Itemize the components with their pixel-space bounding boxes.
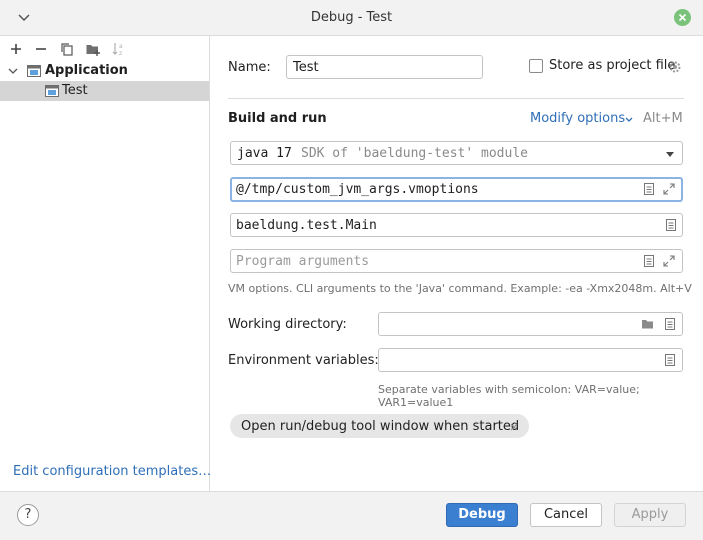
plus-icon[interactable] (8, 41, 24, 57)
apply-button[interactable]: Apply (614, 503, 686, 527)
chevron-down-icon[interactable] (624, 114, 634, 124)
close-button[interactable] (674, 9, 691, 26)
modify-options-shortcut: Alt+M (643, 111, 683, 126)
divider (228, 98, 684, 99)
main-class-value: baeldung.test.Main (236, 218, 377, 233)
copy-icon[interactable] (59, 41, 75, 57)
store-as-project-label: Store as project file (549, 58, 676, 73)
cancel-button[interactable]: Cancel (530, 503, 602, 527)
tree-label-application: Application (45, 63, 128, 78)
document-icon[interactable] (642, 254, 656, 268)
document-icon[interactable] (664, 218, 678, 232)
working-directory-label: Working directory: (228, 317, 347, 332)
configurations-panel (0, 36, 210, 491)
minus-icon[interactable] (33, 41, 49, 57)
expand-icon[interactable] (662, 254, 676, 268)
vm-options-hint: VM options. CLI arguments to the 'Java' … (228, 282, 692, 295)
application-config-icon (44, 83, 60, 99)
name-field[interactable]: Test (286, 55, 483, 79)
name-label: Name: (228, 60, 271, 75)
sdk-hint: SDK of 'baeldung-test' module (301, 146, 528, 161)
edit-templates-link[interactable]: Edit configuration templates… (13, 464, 211, 479)
sort-icon[interactable]: az (111, 41, 127, 57)
document-icon[interactable] (663, 317, 677, 331)
environment-variables-field[interactable] (378, 348, 683, 372)
application-config-icon (26, 63, 42, 79)
dropdown-arrow-icon[interactable] (665, 148, 675, 158)
store-as-project-checkbox[interactable] (529, 59, 543, 73)
vm-options-value: @/tmp/custom_jvm_args.vmoptions (236, 182, 479, 197)
gear-icon[interactable] (668, 60, 682, 74)
document-icon[interactable] (642, 182, 656, 196)
tree-item-test[interactable] (0, 81, 209, 101)
close-icon[interactable] (509, 421, 519, 431)
debug-button[interactable]: Debug (446, 503, 518, 527)
svg-text:z: z (119, 50, 122, 57)
sdk-value: java 17 (237, 146, 292, 161)
name-field-value: Test (293, 60, 319, 75)
help-button[interactable]: ? (17, 504, 39, 526)
section-title: Build and run (228, 111, 327, 126)
chip-label: Open run/debug tool window when started (241, 419, 520, 434)
chevron-down-icon[interactable] (16, 9, 32, 25)
document-icon[interactable] (663, 353, 677, 367)
working-directory-field[interactable] (378, 312, 683, 336)
environment-variables-label: Environment variables: (228, 353, 379, 368)
expand-icon[interactable] (662, 182, 676, 196)
window-title: Debug - Test (310, 10, 393, 25)
modify-options-link[interactable]: Modify options (530, 111, 625, 126)
svg-text:a: a (119, 43, 123, 50)
tree-label-test: Test (62, 83, 88, 98)
program-arguments-placeholder: Program arguments (236, 254, 370, 269)
environment-variables-hint: Separate variables with semicolon: VAR=v… (378, 383, 640, 409)
chevron-down-icon[interactable] (6, 64, 20, 78)
folder-icon[interactable] (641, 317, 655, 331)
folder-plus-icon[interactable] (85, 41, 101, 57)
